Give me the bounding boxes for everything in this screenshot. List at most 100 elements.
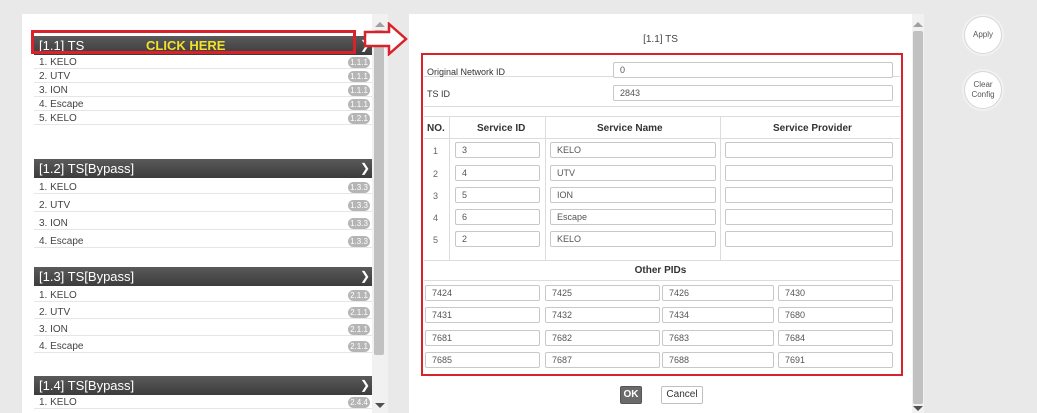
list-item[interactable]: 1. KELO 1.3.3	[34, 181, 372, 194]
clear-label: Clear	[973, 80, 993, 89]
left-scrollbar[interactable]	[372, 14, 388, 413]
pid-field[interactable]: 7681	[425, 330, 540, 346]
item-label: 2. UTV	[39, 307, 71, 318]
list-item[interactable]: 4. Escape 1.1.1	[34, 98, 372, 111]
row-number: 1	[433, 146, 439, 156]
item-label: 4. Escape	[39, 341, 84, 352]
item-badge: 2.1.1	[348, 324, 370, 335]
clear-config-button[interactable]: Clear Config	[964, 71, 1002, 109]
row-number: 2	[433, 169, 439, 179]
row-number: 3	[433, 191, 439, 201]
item-badge: 1.3.3	[348, 218, 370, 229]
list-item[interactable]: 3. ION 2.1.1	[34, 323, 372, 336]
pid-field[interactable]: 7680	[778, 307, 893, 323]
scroll-thumb[interactable]	[913, 31, 923, 404]
item-badge: 1.3.3	[348, 236, 370, 247]
pid-field[interactable]: 7683	[662, 330, 774, 346]
service-provider-field[interactable]	[725, 209, 893, 225]
original-network-id-label: Original Network ID	[427, 67, 506, 77]
item-label: 4. Escape	[39, 99, 84, 110]
item-badge: 2.1.1	[348, 341, 370, 352]
item-label: 2. UTV	[39, 71, 71, 82]
service-id-field[interactable]: 3	[455, 142, 540, 158]
item-label: 3. ION	[39, 218, 68, 229]
service-id-field[interactable]: 5	[455, 187, 540, 203]
service-provider-field[interactable]	[725, 231, 893, 247]
ts-id-label: TS ID	[427, 89, 451, 99]
list-item[interactable]: 4. Escape 2.1.1	[34, 340, 372, 353]
chevron-down-icon[interactable]: ❯	[360, 376, 370, 395]
scroll-down-icon[interactable]	[913, 406, 923, 411]
pid-field[interactable]: 7434	[662, 307, 774, 323]
service-name-field[interactable]: UTV	[550, 165, 716, 181]
list-item[interactable]: 3. ION 1.3.3	[34, 217, 372, 230]
pid-field[interactable]: 7426	[662, 285, 774, 301]
pid-field[interactable]: 7685	[425, 352, 540, 368]
pid-field[interactable]: 7425	[545, 285, 660, 301]
item-badge: 1.1.1	[348, 85, 370, 96]
right-scrollbar[interactable]	[912, 14, 924, 413]
scroll-thumb[interactable]	[374, 30, 384, 355]
pid-field[interactable]: 7431	[425, 307, 540, 323]
service-provider-field[interactable]	[725, 165, 893, 181]
apply-label: Apply	[972, 30, 993, 39]
item-badge: 1.3.3	[348, 182, 370, 193]
pid-field[interactable]: 7424	[425, 285, 540, 301]
row-number: 4	[433, 213, 439, 223]
highlight-box	[31, 30, 356, 54]
chevron-down-icon[interactable]: ❯	[360, 267, 370, 286]
list-item[interactable]: 2. UTV 1.1.1	[34, 70, 372, 83]
item-label: 3. ION	[39, 324, 68, 335]
ts-id-field[interactable]: 2843	[613, 85, 893, 101]
col-header-no: NO.	[427, 123, 445, 134]
ok-button[interactable]: OK	[620, 386, 642, 404]
service-id-field[interactable]: 2	[455, 231, 540, 247]
item-label: 1. KELO	[39, 290, 77, 301]
pid-field[interactable]: 7687	[545, 352, 660, 368]
scroll-up-icon[interactable]	[913, 22, 923, 27]
service-name-field[interactable]: ION	[550, 187, 716, 203]
service-name-field[interactable]: KELO	[550, 231, 716, 247]
item-label: 1. KELO	[39, 57, 77, 68]
list-item[interactable]: 1. KELO 1.1.1	[34, 56, 372, 69]
panel-title: [1.1] TS	[643, 34, 678, 45]
chevron-down-icon[interactable]: ❯	[360, 159, 370, 178]
list-item[interactable]: 2. UTV 2.1.1	[34, 306, 372, 319]
original-network-id-field[interactable]: 0	[613, 62, 893, 78]
service-provider-field[interactable]	[725, 187, 893, 203]
item-badge: 1.1.1	[348, 71, 370, 82]
group-title: [1.3] TS[Bypass]	[39, 269, 135, 284]
service-name-field[interactable]: Escape	[550, 209, 716, 225]
group-title: [1.2] TS[Bypass]	[39, 161, 135, 176]
list-item[interactable]: 1. KELO 2.1.1	[34, 289, 372, 302]
group-header-1-4[interactable]: [1.4] TS[Bypass] ❯	[34, 376, 372, 395]
item-badge: 2.1.1	[348, 290, 370, 301]
scroll-down-icon[interactable]	[375, 403, 385, 408]
list-item[interactable]: 5. KELO 1.2.1	[34, 112, 372, 125]
pid-field[interactable]: 7682	[545, 330, 660, 346]
group-header-1-3[interactable]: [1.3] TS[Bypass] ❯	[34, 267, 372, 286]
list-item[interactable]: 2. UTV 1.3.3	[34, 199, 372, 212]
item-badge: 1.2.1	[348, 113, 370, 124]
list-item[interactable]: 1. KELO 2.4.4	[34, 396, 372, 409]
item-label: 3. ION	[39, 85, 68, 96]
service-name-field[interactable]: KELO	[550, 142, 716, 158]
list-item[interactable]: 3. ION 1.1.1	[34, 84, 372, 97]
pid-field[interactable]: 7430	[778, 285, 893, 301]
pid-field[interactable]: 7432	[545, 307, 660, 323]
item-badge: 1.1.1	[348, 99, 370, 110]
list-item[interactable]: 4. Escape 1.3.3	[34, 235, 372, 248]
pid-field[interactable]: 7688	[662, 352, 774, 368]
pid-field[interactable]: 7684	[778, 330, 893, 346]
item-label: 5. KELO	[39, 113, 77, 124]
pid-field[interactable]: 7691	[778, 352, 893, 368]
group-title: [1.4] TS[Bypass]	[39, 378, 135, 393]
service-provider-field[interactable]	[725, 142, 893, 158]
service-id-field[interactable]: 4	[455, 165, 540, 181]
cancel-button[interactable]: Cancel	[661, 386, 703, 404]
ts-list-panel: [1.1] TS CLICK HERE ❯ 1. KELO1.1.1 2. UT…	[22, 14, 372, 413]
service-id-field[interactable]: 6	[455, 209, 540, 225]
group-header-1-2[interactable]: [1.2] TS[Bypass] ❯	[34, 159, 372, 178]
apply-button[interactable]: Apply	[964, 16, 1002, 54]
other-pids-label: Other PIDs	[634, 265, 687, 276]
